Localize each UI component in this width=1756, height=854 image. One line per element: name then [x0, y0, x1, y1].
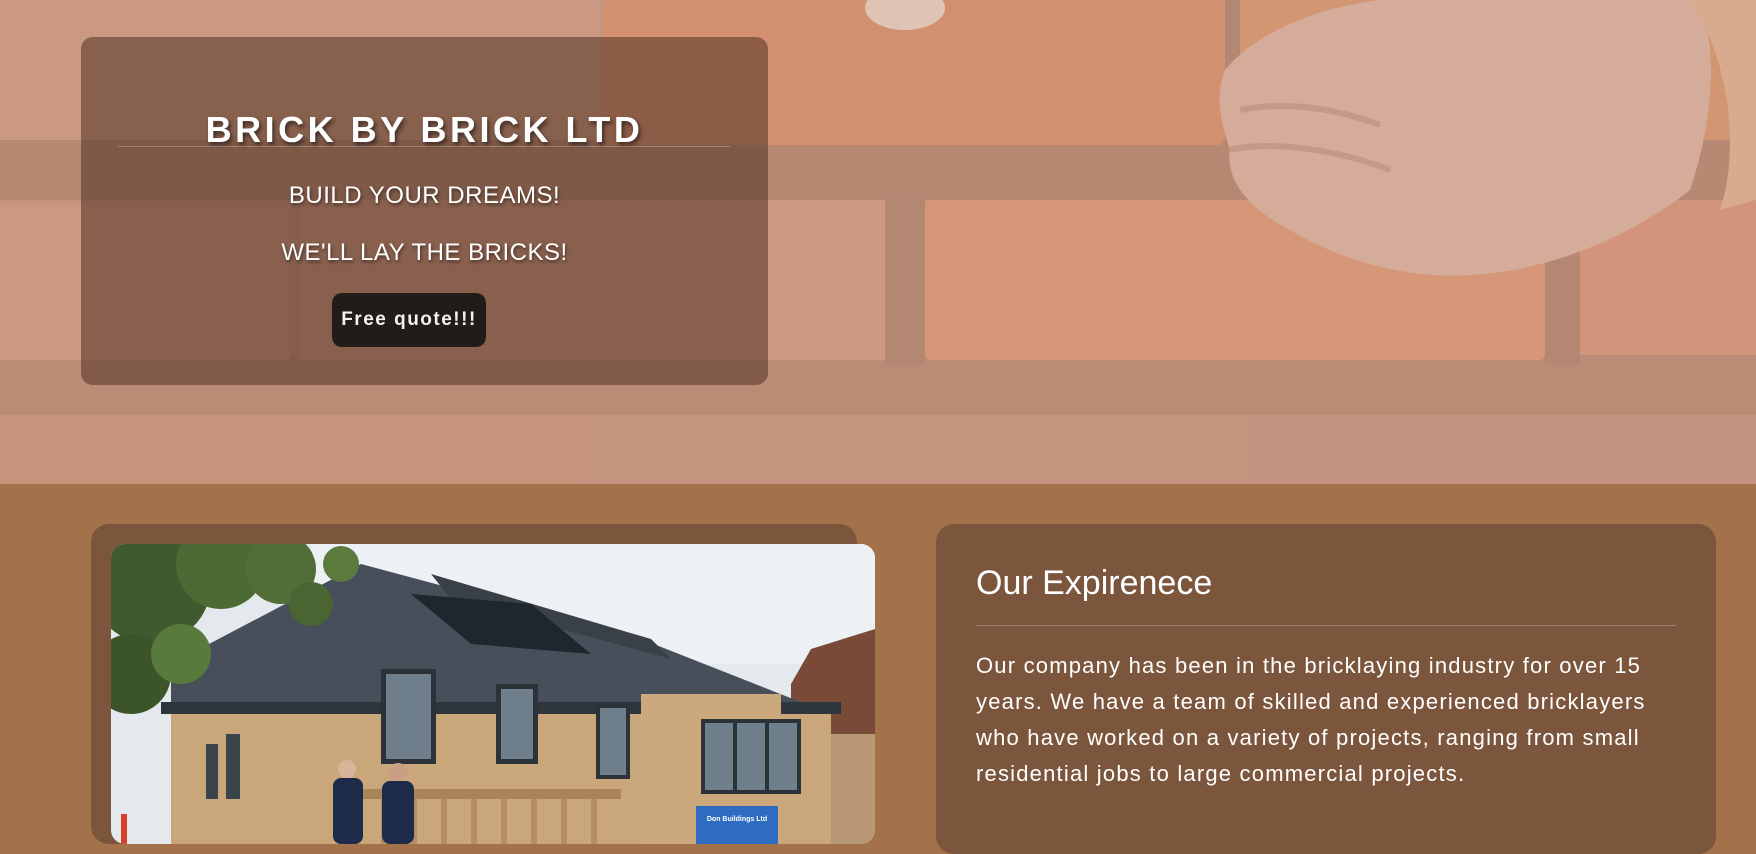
experience-divider — [976, 625, 1676, 626]
house-photo: Don Buildings Ltd — [111, 544, 875, 844]
tagline-lay-bricks: WE'LL LAY THE BRICKS! — [281, 239, 568, 266]
experience-title: Our Expirenece — [976, 564, 1213, 602]
house-photo-image: Don Buildings Ltd — [111, 544, 875, 844]
tagline-build-dreams: BUILD YOUR DREAMS! — [288, 182, 561, 209]
hero-card: BRICK BY BRICK LTD BUILD YOUR DREAMS! WE… — [81, 37, 768, 385]
experience-description: Our company has been in the bricklaying … — [976, 653, 1646, 786]
experience-card: Our Expirenece Our company has been in t… — [936, 524, 1716, 854]
free-quote-button[interactable]: Free quote!!! — [332, 293, 486, 347]
company-title: BRICK BY BRICK LTD — [205, 109, 644, 150]
hero-divider — [118, 146, 731, 147]
building-sign-text: Don Buildings Ltd — [707, 816, 767, 823]
hero-section: BRICK BY BRICK LTD BUILD YOUR DREAMS! WE… — [0, 0, 1756, 484]
